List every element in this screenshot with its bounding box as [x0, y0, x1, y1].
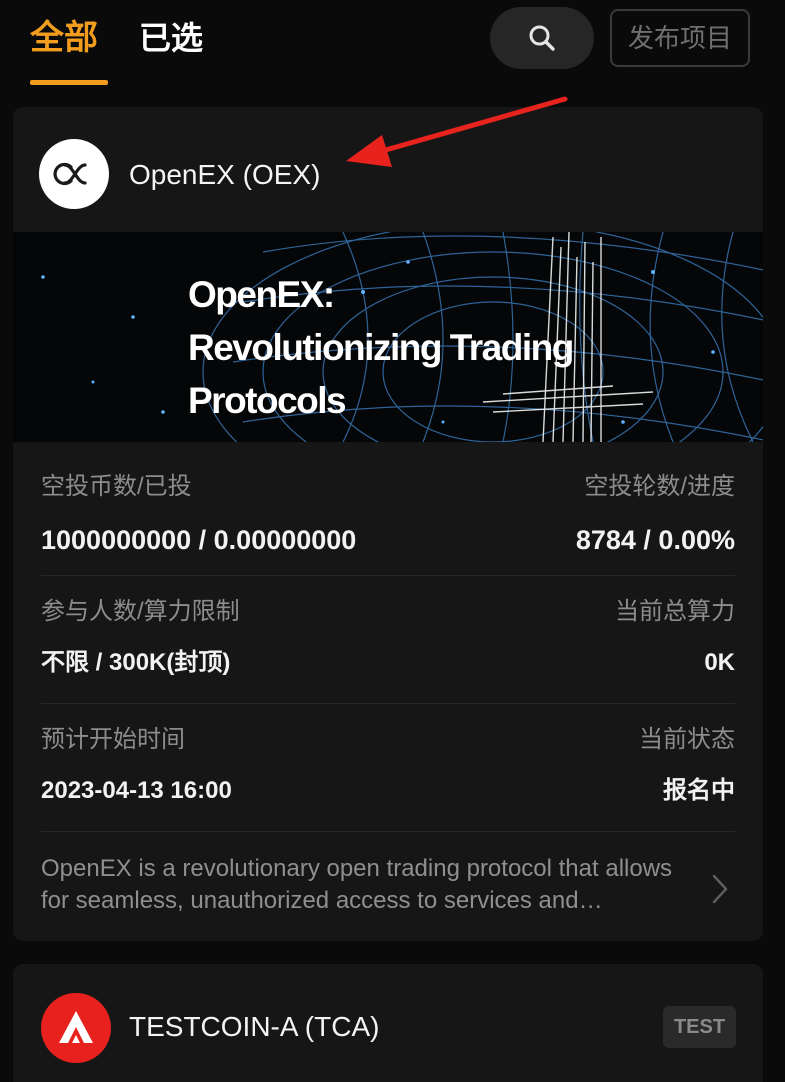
divider — [41, 575, 735, 576]
tab-selected[interactable]: 已选 — [139, 16, 203, 60]
project-name: TESTCOIN-A (TCA) — [129, 1011, 380, 1042]
project-description: OpenEX is a revolutionary open trading p… — [41, 855, 673, 914]
stat-row: 预计开始时间 2023-04-13 16:00 当前状态 报名中 — [41, 723, 735, 833]
banner-title-line: OpenEX: — [188, 274, 335, 315]
hashrate-label: 当前总算力 — [615, 598, 735, 625]
search-button[interactable] — [490, 7, 594, 69]
top-bar: 全部 已选 发布项目 — [0, 0, 785, 100]
airdrop-value: 1000000000 / 0.00000000 — [41, 525, 357, 555]
participants-value: 不限 / 300K(封顶) — [41, 649, 231, 676]
rounds-value: 8784 / 0.00% — [575, 525, 735, 555]
status-label: 当前状态 — [639, 726, 735, 753]
start-time-label: 预计开始时间 — [41, 726, 185, 753]
stat-row: 参与人数/算力限制 不限 / 300K(封顶) 当前总算力 0K — [41, 595, 735, 705]
chevron-right-icon[interactable] — [710, 872, 730, 906]
banner-title-line: Protocols — [188, 380, 347, 421]
search-icon — [529, 25, 555, 51]
banner-title-line: Revolutionizing Trading — [188, 327, 574, 368]
participants-label: 参与人数/算力限制 — [41, 598, 240, 625]
test-badge: TEST — [663, 1006, 736, 1048]
status-value: 报名中 — [663, 777, 735, 804]
hashrate-value: 0K — [704, 649, 735, 676]
openex-logo-icon — [39, 139, 109, 209]
project-list-page: 全部 已选 发布项目 OpenEX (OEX) OpenEX: Revoluti… — [0, 0, 785, 1082]
project-banner: OpenEX: Revolutionizing Trading Protocol… — [13, 232, 763, 442]
divider — [41, 831, 735, 832]
divider — [41, 703, 735, 704]
testcoin-logo-icon — [41, 993, 111, 1063]
publish-project-button[interactable]: 发布项目 — [610, 9, 750, 67]
tab-all[interactable]: 全部 — [30, 16, 98, 60]
start-time-value: 2023-04-13 16:00 — [41, 777, 232, 804]
project-card[interactable]: TESTCOIN-A (TCA) TEST — [13, 964, 763, 1082]
annotation-arrow-icon — [346, 96, 568, 167]
stat-row: 空投币数/已投 1000000000 / 0.00000000 空投轮数/进度 … — [41, 470, 735, 580]
banner-title: OpenEX: Revolutionizing Trading Protocol… — [188, 268, 628, 427]
rounds-label: 空投轮数/进度 — [584, 473, 735, 500]
project-name: OpenEX (OEX) — [129, 159, 321, 190]
project-card[interactable]: OpenEX (OEX) OpenEX: Revolutionizing Tra… — [13, 107, 763, 941]
active-tab-indicator — [30, 80, 108, 85]
airdrop-label: 空投币数/已投 — [41, 473, 192, 500]
